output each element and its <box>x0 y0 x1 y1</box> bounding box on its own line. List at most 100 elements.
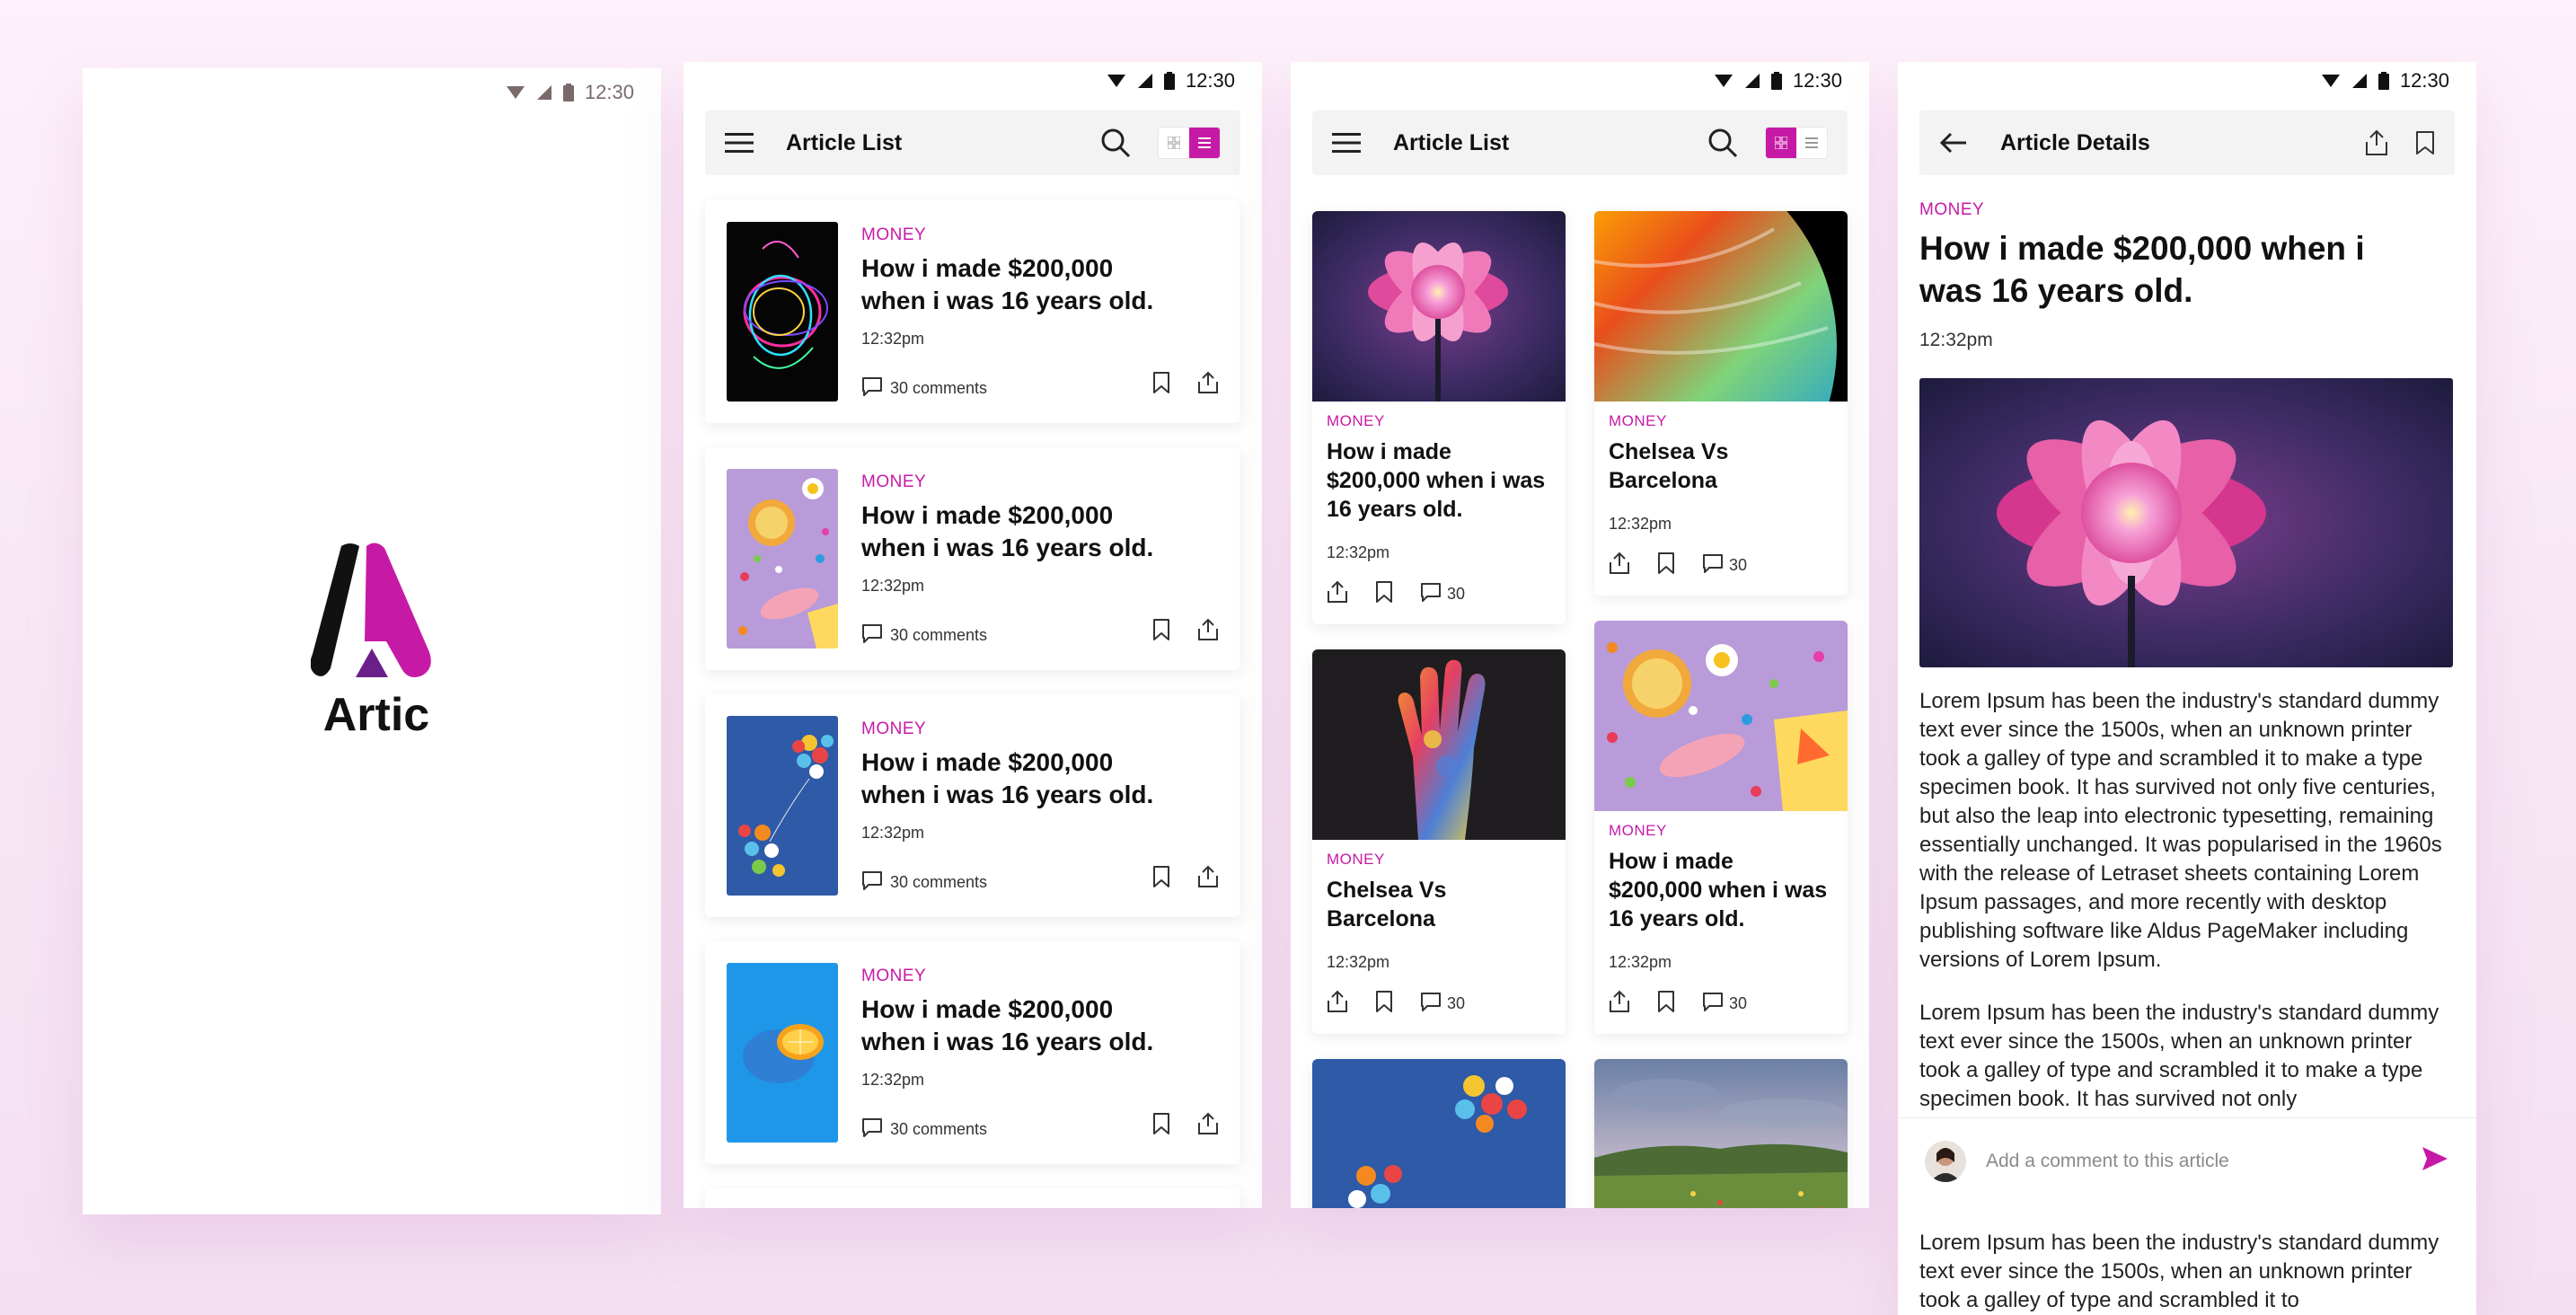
send-icon[interactable] <box>2421 1145 2449 1177</box>
article-grid-screen: 12:30 Article List MONEY How i made $200… <box>1291 62 1869 1208</box>
list-view-button[interactable] <box>1189 128 1220 158</box>
article-headline[interactable]: Chelsea Vs Barcelona <box>1327 876 1551 933</box>
share-icon[interactable] <box>1197 865 1219 893</box>
article-hero-image <box>1919 378 2453 667</box>
comments-count: 30 comments <box>890 379 988 397</box>
status-time: 12:30 <box>1185 69 1235 92</box>
wifi-icon <box>1107 73 1126 89</box>
share-icon[interactable] <box>1197 618 1219 646</box>
bookmark-icon[interactable] <box>1152 1112 1170 1140</box>
article-thumbnail <box>1594 1059 1848 1208</box>
toolbar: Article List <box>1312 110 1848 175</box>
wifi-icon <box>2321 73 2341 89</box>
share-icon[interactable] <box>2365 129 2388 156</box>
grid-view-button[interactable] <box>1159 128 1189 158</box>
share-icon[interactable] <box>1327 990 1348 1018</box>
comments-count: 30 comments <box>890 1120 988 1138</box>
wifi-icon <box>1714 73 1734 89</box>
article-card[interactable]: MONEY How i made $200,000 when i was 16 … <box>1312 211 1566 624</box>
bookmark-icon[interactable] <box>1152 865 1170 893</box>
menu-icon[interactable] <box>725 132 754 154</box>
article-card[interactable]: MONEY Chelsea Vs Barcelona 12:32pm 30 <box>1594 211 1848 596</box>
bookmark-icon[interactable] <box>1375 580 1393 608</box>
article-card[interactable]: MONEY Chelsea Vs Barcelona 12:32pm 30 <box>1312 649 1566 1034</box>
article-card[interactable] <box>1312 1059 1566 1208</box>
status-bar: 12:30 <box>506 74 661 111</box>
back-arrow-icon[interactable] <box>1939 131 1968 154</box>
search-icon[interactable] <box>1707 128 1738 158</box>
battery-icon <box>1163 72 1175 90</box>
menu-icon[interactable] <box>1332 132 1361 154</box>
page-title: Article List <box>1393 129 1510 155</box>
search-icon[interactable] <box>1100 128 1131 158</box>
bookmark-icon[interactable] <box>1152 371 1170 399</box>
article-category: MONEY <box>1919 200 1985 219</box>
comments-link[interactable]: 30 comments <box>861 623 987 648</box>
comments-link[interactable]: 30 <box>1420 582 1465 606</box>
comment-icon <box>861 376 883 401</box>
comment-input[interactable] <box>1986 1150 2421 1172</box>
article-thumbnail <box>727 222 838 402</box>
comment-bar <box>1898 1117 2476 1204</box>
article-headline[interactable]: Chelsea Vs Barcelona <box>1609 437 1833 495</box>
article-headline[interactable]: How i made $200,000 when i was 16 years … <box>861 252 1158 317</box>
article-card[interactable]: MONEY How i made $200,000 when i was 16 … <box>705 941 1240 1164</box>
signal-icon <box>1137 73 1153 89</box>
share-icon[interactable] <box>1327 580 1348 608</box>
article-headline[interactable]: How i made $200,000 when i was 16 years … <box>861 746 1158 811</box>
bookmark-icon[interactable] <box>1375 990 1393 1018</box>
article-card[interactable]: MONEY How i made $200,000 when i was 16 … <box>705 200 1240 423</box>
app-logo <box>310 543 433 683</box>
grid-view-button[interactable] <box>1766 128 1796 158</box>
comments-count: 30 comments <box>890 626 988 644</box>
share-icon[interactable] <box>1609 990 1630 1018</box>
status-time: 12:30 <box>1792 69 1842 92</box>
article-time: 12:32pm <box>1327 953 1390 971</box>
article-card[interactable]: MONEY How i made $200,000 when i was 16 … <box>705 694 1240 917</box>
comment-icon <box>861 1117 883 1142</box>
comments-link[interactable]: 30 <box>1702 553 1747 578</box>
wifi-icon <box>506 84 525 101</box>
share-icon[interactable] <box>1197 1112 1219 1140</box>
bookmark-icon[interactable] <box>1657 990 1675 1018</box>
article-card[interactable] <box>1594 1059 1848 1208</box>
card-actions <box>1152 865 1219 893</box>
comments-link[interactable]: 30 comments <box>861 870 987 895</box>
comments-link[interactable]: 30 comments <box>861 1117 987 1142</box>
view-toggle <box>1765 127 1828 159</box>
signal-icon <box>536 84 552 101</box>
status-time: 12:30 <box>2399 69 2449 92</box>
article-card[interactable]: MONEY How i made $200,000 when i was 16 … <box>1594 621 1848 1034</box>
article-paragraph: Lorem Ipsum has been the industry's stan… <box>1919 689 2442 972</box>
bookmark-icon[interactable] <box>1152 618 1170 646</box>
article-thumbnail <box>727 716 838 896</box>
signal-icon <box>2351 73 2368 89</box>
article-thumbnail <box>727 469 838 649</box>
article-headline[interactable]: How i made $200,000 when i was 16 years … <box>1327 437 1551 524</box>
share-icon[interactable] <box>1197 371 1219 399</box>
comment-icon <box>1702 553 1724 578</box>
article-time: 12:32pm <box>1609 515 1672 533</box>
card-actions: 30 <box>1327 580 1551 608</box>
article-headline[interactable]: How i made $200,000 when i was 16 years … <box>861 993 1158 1058</box>
bookmark-icon[interactable] <box>1657 552 1675 579</box>
comments-link[interactable]: 30 <box>1420 992 1465 1016</box>
comments-count: 30 <box>1447 585 1466 603</box>
card-actions: 30 <box>1609 990 1833 1018</box>
splash-screen: 12:30 Artic <box>83 68 661 1214</box>
bookmark-icon[interactable] <box>2415 130 2435 155</box>
article-list-screen: 12:30 Article List MONEY How i made $200… <box>684 62 1262 1208</box>
article-card[interactable] <box>705 1188 1240 1208</box>
list-view-button[interactable] <box>1796 128 1827 158</box>
toolbar: Article Details <box>1919 110 2455 175</box>
battery-icon <box>562 84 574 101</box>
share-icon[interactable] <box>1609 552 1630 579</box>
article-time: 12:32pm <box>1919 330 1993 350</box>
status-bar: 12:30 <box>2321 62 2476 100</box>
article-headline[interactable]: How i made $200,000 when i was 16 years … <box>1609 847 1833 933</box>
article-card[interactable]: MONEY How i made $200,000 when i was 16 … <box>705 447 1240 670</box>
comments-link[interactable]: 30 comments <box>861 376 987 401</box>
article-headline[interactable]: How i made $200,000 when i was 16 years … <box>861 499 1158 564</box>
comments-link[interactable]: 30 <box>1702 992 1747 1016</box>
article-category: MONEY <box>861 472 927 491</box>
